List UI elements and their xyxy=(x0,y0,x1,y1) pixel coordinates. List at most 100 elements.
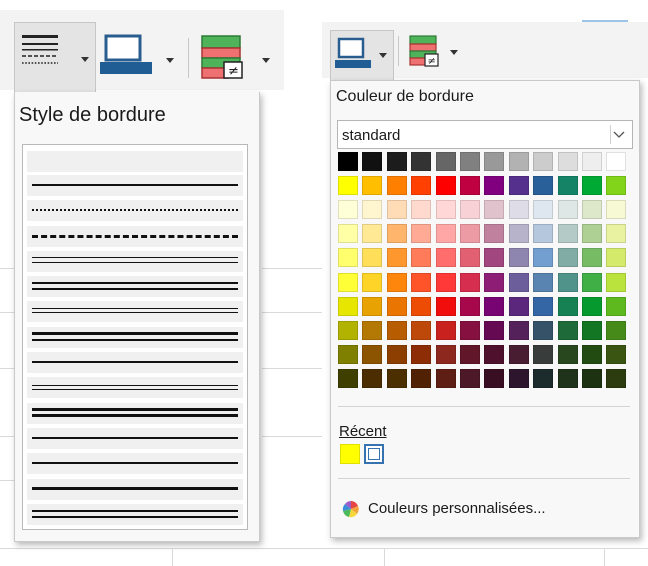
color-swatch[interactable] xyxy=(557,224,578,244)
color-swatch[interactable] xyxy=(508,272,529,292)
color-swatch[interactable] xyxy=(557,176,578,196)
color-swatch[interactable] xyxy=(557,272,578,292)
color-swatch[interactable] xyxy=(460,320,480,340)
color-swatch[interactable] xyxy=(460,296,480,316)
color-swatch[interactable] xyxy=(362,152,383,171)
color-swatch[interactable] xyxy=(386,320,407,340)
color-swatch[interactable] xyxy=(386,224,407,244)
color-swatch[interactable] xyxy=(582,272,602,292)
border-style-option-thick-double[interactable] xyxy=(27,403,243,424)
color-swatch[interactable] xyxy=(460,368,480,388)
color-swatch[interactable] xyxy=(411,200,432,220)
color-swatch[interactable] xyxy=(362,200,383,220)
color-swatch[interactable] xyxy=(435,272,456,292)
color-swatch[interactable] xyxy=(435,152,456,171)
color-swatch[interactable] xyxy=(338,368,358,388)
color-swatch[interactable] xyxy=(460,224,480,244)
color-swatch[interactable] xyxy=(386,248,407,268)
palette-select[interactable]: standard xyxy=(337,120,633,149)
color-swatch[interactable] xyxy=(362,296,383,316)
color-swatch[interactable] xyxy=(582,320,602,340)
color-swatch[interactable] xyxy=(582,368,602,388)
border-style-dropdown-arrow[interactable] xyxy=(81,57,89,62)
color-swatch[interactable] xyxy=(484,272,505,292)
recent-color-swatch[interactable] xyxy=(364,444,384,464)
color-swatch[interactable] xyxy=(411,224,432,244)
color-swatch[interactable] xyxy=(386,368,407,388)
color-swatch[interactable] xyxy=(606,248,627,268)
color-swatch[interactable] xyxy=(435,296,456,316)
color-swatch[interactable] xyxy=(435,248,456,268)
color-swatch[interactable] xyxy=(533,152,554,171)
color-swatch[interactable] xyxy=(508,152,529,171)
color-swatch[interactable] xyxy=(582,200,602,220)
border-style-option-solid-3[interactable] xyxy=(27,453,243,474)
conditional-format-button[interactable]: ≠ xyxy=(194,30,278,82)
color-swatch[interactable] xyxy=(557,152,578,171)
color-swatch[interactable] xyxy=(557,320,578,340)
border-style-option-double-medium[interactable] xyxy=(27,276,243,297)
color-swatch[interactable] xyxy=(606,176,627,196)
color-swatch[interactable] xyxy=(557,344,578,364)
color-swatch[interactable] xyxy=(582,176,602,196)
color-swatch[interactable] xyxy=(411,344,432,364)
color-swatch[interactable] xyxy=(386,152,407,171)
color-swatch[interactable] xyxy=(606,368,627,388)
color-swatch[interactable] xyxy=(557,248,578,268)
border-style-option-solid-medium[interactable] xyxy=(27,352,243,373)
color-swatch[interactable] xyxy=(411,272,432,292)
color-swatch[interactable] xyxy=(508,368,529,388)
color-swatch[interactable] xyxy=(606,320,627,340)
color-swatch[interactable] xyxy=(362,224,383,244)
border-color-dropdown-arrow[interactable] xyxy=(379,53,387,58)
recent-color-swatch[interactable] xyxy=(340,444,360,464)
color-swatch[interactable] xyxy=(508,296,529,316)
color-swatch[interactable] xyxy=(484,176,505,196)
color-swatch[interactable] xyxy=(338,200,358,220)
color-swatch[interactable] xyxy=(582,344,602,364)
chevron-down-icon[interactable] xyxy=(610,125,628,144)
color-swatch[interactable] xyxy=(338,176,358,196)
border-style-option-solid-2[interactable] xyxy=(27,428,243,449)
color-swatch[interactable] xyxy=(582,152,602,171)
conditional-format-dropdown-arrow[interactable] xyxy=(262,58,270,63)
color-swatch[interactable] xyxy=(362,176,383,196)
border-style-option-none[interactable] xyxy=(27,151,243,172)
conditional-format-dropdown-arrow[interactable] xyxy=(450,50,458,55)
color-swatch[interactable] xyxy=(557,200,578,220)
color-swatch[interactable] xyxy=(582,296,602,316)
color-swatch[interactable] xyxy=(338,272,358,292)
color-swatch[interactable] xyxy=(411,152,432,171)
border-style-option-double-thin[interactable] xyxy=(27,251,243,272)
custom-colors-button[interactable]: Couleurs personnalisées... xyxy=(340,497,600,521)
color-swatch[interactable] xyxy=(435,176,456,196)
color-swatch[interactable] xyxy=(508,248,529,268)
color-swatch[interactable] xyxy=(435,368,456,388)
border-style-option-double-close[interactable] xyxy=(27,377,243,398)
color-swatch[interactable] xyxy=(411,320,432,340)
color-swatch[interactable] xyxy=(435,344,456,364)
color-swatch[interactable] xyxy=(362,320,383,340)
color-swatch[interactable] xyxy=(484,344,505,364)
color-swatch[interactable] xyxy=(508,176,529,196)
conditional-format-button[interactable]: ≠ xyxy=(404,32,464,72)
border-color-button-active[interactable] xyxy=(330,30,394,80)
color-swatch[interactable] xyxy=(508,224,529,244)
color-swatch[interactable] xyxy=(386,272,407,292)
color-swatch[interactable] xyxy=(338,344,358,364)
color-swatch[interactable] xyxy=(411,176,432,196)
color-swatch[interactable] xyxy=(460,152,480,171)
color-swatch[interactable] xyxy=(533,176,554,196)
color-swatch[interactable] xyxy=(606,272,627,292)
color-swatch[interactable] xyxy=(338,320,358,340)
color-swatch[interactable] xyxy=(411,368,432,388)
color-swatch[interactable] xyxy=(533,344,554,364)
color-swatch[interactable] xyxy=(557,296,578,316)
color-swatch[interactable] xyxy=(362,344,383,364)
color-swatch[interactable] xyxy=(362,368,383,388)
color-swatch[interactable] xyxy=(386,176,407,196)
color-swatch[interactable] xyxy=(606,152,627,171)
border-style-option-dashed[interactable] xyxy=(27,226,243,247)
color-swatch[interactable] xyxy=(533,368,554,388)
color-swatch[interactable] xyxy=(557,368,578,388)
